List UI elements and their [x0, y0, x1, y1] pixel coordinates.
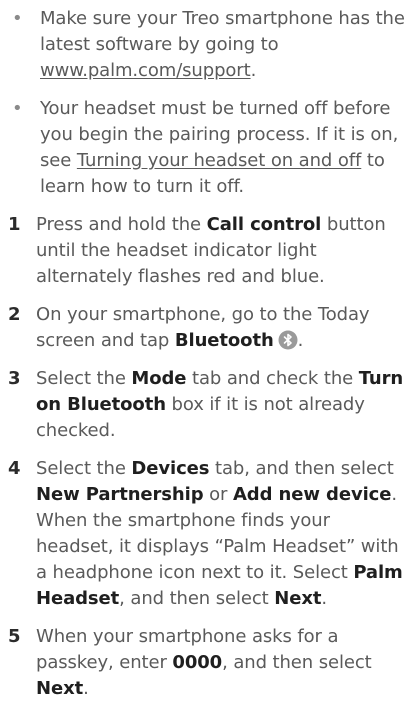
text-run: Press and hold the [36, 214, 207, 235]
item-text: Make sure your Treo smartphone has the l… [40, 6, 407, 84]
step-item: 2 On your smartphone, go to the Today scr… [8, 302, 407, 354]
step-number: 2 [8, 304, 21, 325]
step-number: 5 [8, 626, 21, 647]
text-run: tab, and then select [209, 458, 394, 479]
item-text: When your smartphone asks for a passkey,… [36, 624, 407, 702]
item-text: Select the Devices tab, and then select … [36, 456, 407, 612]
ui-term: Add new device [232, 484, 392, 505]
ui-term: Bluetooth [174, 330, 274, 351]
step-item: 5 When your smartphone asks for a passkey… [8, 624, 407, 702]
item-text: Select the Mode tab and check the Turn o… [36, 366, 407, 444]
instruction-list: • Make sure your Treo smartphone has the … [0, 0, 413, 702]
step-number: 3 [8, 368, 21, 389]
text-run: tab and check the [186, 368, 359, 389]
bullet-item: • Your headset must be turned off before … [8, 96, 407, 200]
item-text: On your smartphone, go to the Today scre… [36, 302, 407, 354]
bluetooth-icon [278, 330, 298, 350]
step-item: 3 Select the Mode tab and check the Turn … [8, 366, 407, 444]
ui-term: Mode [131, 368, 187, 389]
item-text: Your headset must be turned off before y… [40, 96, 407, 200]
text-run: . [83, 678, 89, 699]
item-text: Press and hold the Call control button u… [36, 212, 407, 290]
text-run: , and then select [119, 588, 275, 609]
text-run: . [297, 330, 304, 351]
cross-reference-link[interactable]: www.palm.com/support [40, 60, 251, 81]
text-run: Make sure your Treo smartphone has the l… [40, 8, 405, 55]
step-number: 4 [8, 458, 21, 479]
step-item: 4 Select the Devices tab, and then select… [8, 456, 407, 612]
text-run: or [203, 484, 233, 505]
step-number: 1 [8, 214, 21, 235]
bullet-item: • Make sure your Treo smartphone has the … [8, 6, 407, 84]
ui-term: Next [36, 678, 84, 699]
step-item: 1 Press and hold the Call control button … [8, 212, 407, 290]
bullet-marker: • [12, 98, 23, 119]
cross-reference-link[interactable]: Turning your headset on and off [77, 150, 362, 171]
bullet-marker: • [12, 8, 23, 29]
ui-term: 0000 [172, 652, 223, 673]
text-run: Select the [36, 458, 132, 479]
ui-term: New Partnership [36, 484, 204, 505]
text-run: . [321, 588, 327, 609]
ui-term: Devices [131, 458, 210, 479]
text-run: Select the [36, 368, 132, 389]
text-run: , and then select [222, 652, 372, 673]
text-run: . [250, 60, 257, 81]
ui-term: Call control [206, 214, 322, 235]
ui-term: Next [274, 588, 322, 609]
